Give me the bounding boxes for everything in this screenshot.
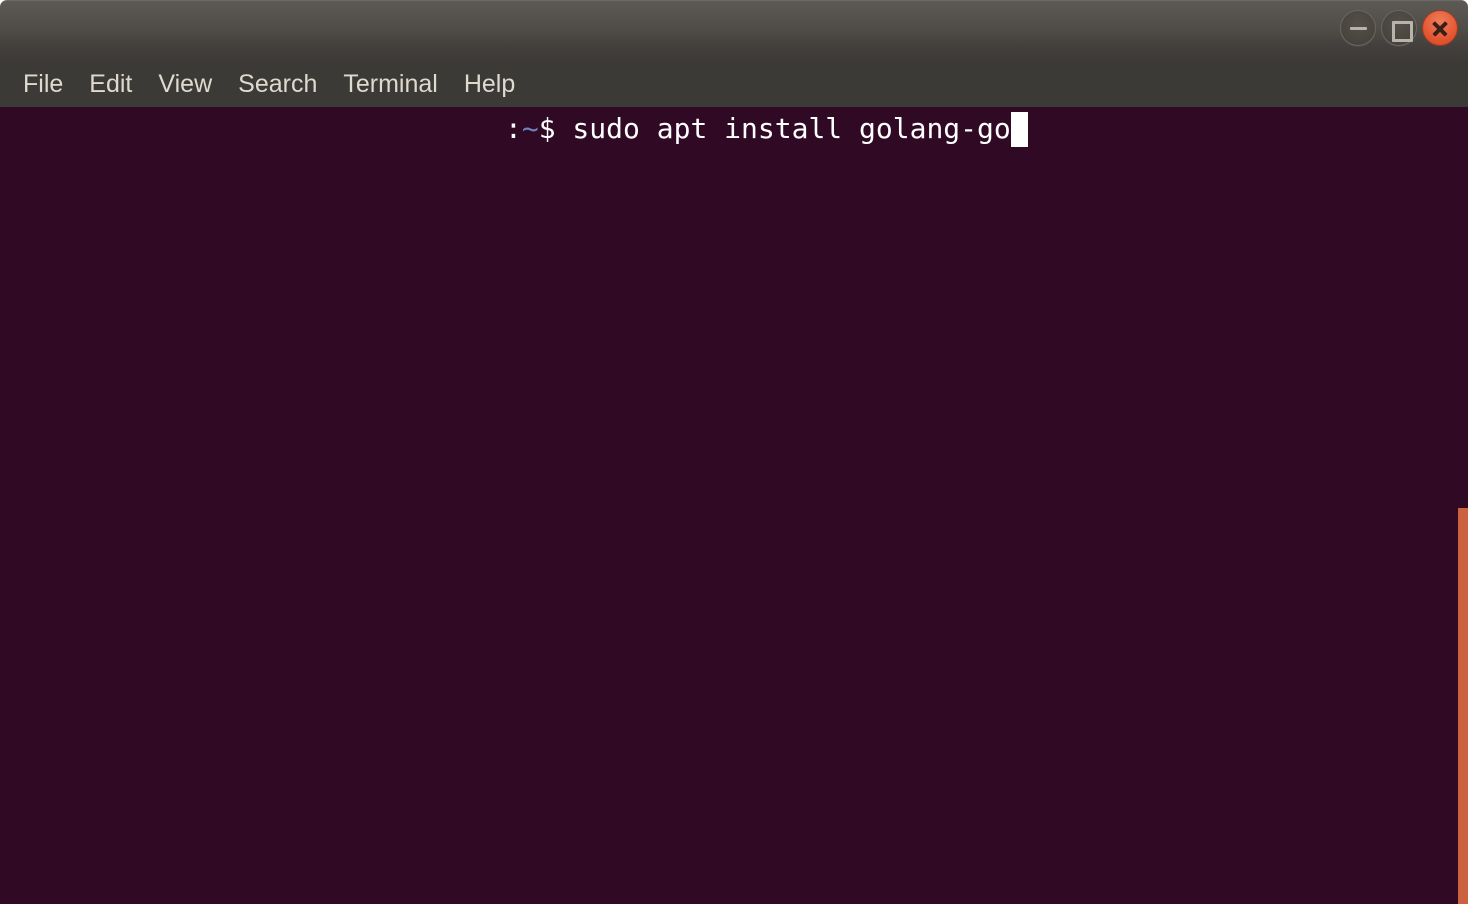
text-cursor: [1010, 111, 1028, 147]
close-button[interactable]: [1422, 10, 1458, 46]
window-titlebar[interactable]: [0, 0, 1468, 62]
menu-item-view[interactable]: View: [145, 68, 225, 101]
prompt-dollar: $: [538, 112, 556, 145]
maximize-icon: [1392, 21, 1413, 42]
maximize-button[interactable]: [1381, 10, 1417, 46]
terminal-screen-area[interactable]: : ~ $ sudo apt install golang-go: [0, 107, 1468, 904]
window-controls: [1340, 10, 1458, 46]
minimize-button[interactable]: [1340, 10, 1376, 46]
command-input-text[interactable]: sudo apt install golang-go: [556, 109, 1010, 149]
prompt-colon: :: [505, 112, 522, 145]
minimize-icon: [1350, 27, 1367, 30]
close-icon: [1423, 11, 1457, 45]
menu-item-search[interactable]: Search: [225, 68, 330, 101]
terminal-scrollbar-thumb[interactable]: [1458, 508, 1468, 904]
menu-item-terminal[interactable]: Terminal: [330, 68, 450, 101]
terminal-output[interactable]: : ~ $ sudo apt install golang-go: [0, 107, 1468, 904]
menu-item-edit[interactable]: Edit: [76, 68, 145, 101]
menu-item-file[interactable]: File: [10, 68, 76, 101]
terminal-prompt-line: : ~ $ sudo apt install golang-go: [0, 109, 1468, 149]
menu-item-help[interactable]: Help: [451, 68, 528, 101]
terminal-scrollbar-track[interactable]: [1458, 107, 1468, 904]
menu-bar: File Edit View Search Terminal Help: [0, 62, 1468, 107]
prompt-path: ~: [521, 112, 539, 145]
terminal-window: File Edit View Search Terminal Help : ~ $ …: [0, 0, 1468, 904]
